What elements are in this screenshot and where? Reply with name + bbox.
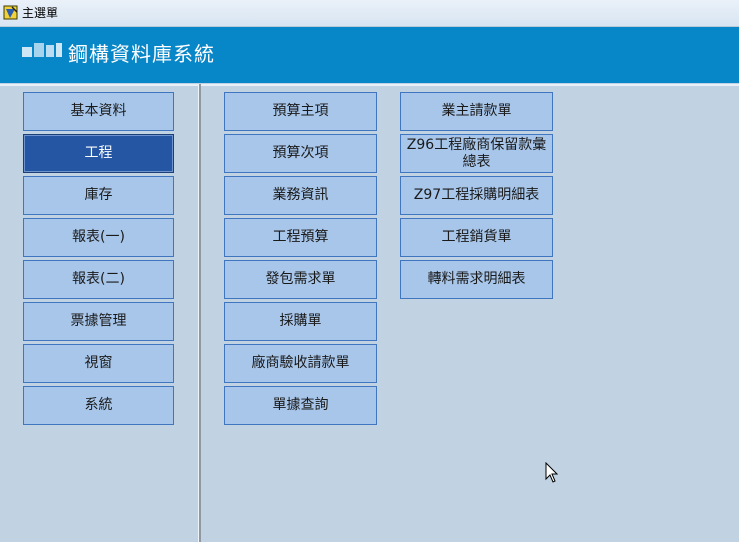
menu-system-button[interactable]: 系統 <box>23 386 174 425</box>
window-titlebar: 主選單 <box>0 0 739 27</box>
sub-z96-retention-summary-button[interactable]: Z96工程廠商保留款彙總表 <box>400 134 553 173</box>
sub-project-budget-button[interactable]: 工程預算 <box>224 218 377 257</box>
sub-z97-purchase-detail-button[interactable]: Z97工程採購明細表 <box>400 176 553 215</box>
menu-window-button[interactable]: 視窗 <box>23 344 174 383</box>
menu-notes-management-button[interactable]: 票據管理 <box>23 302 174 341</box>
sub-vendor-acceptance-button[interactable]: 廠商驗收請款單 <box>224 344 377 383</box>
window-title: 主選單 <box>22 6 59 20</box>
company-logo <box>22 43 62 61</box>
sub-project-sales-button[interactable]: 工程銷貨單 <box>400 218 553 257</box>
menu-report-1-button[interactable]: 報表(一) <box>23 218 174 257</box>
sub-budget-main-button[interactable]: 預算主項 <box>224 92 377 131</box>
sub-document-query-button[interactable]: 單據查詢 <box>224 386 377 425</box>
mouse-cursor-icon <box>545 462 559 483</box>
menu-basic-data-button[interactable]: 基本資料 <box>23 92 174 131</box>
sub-business-info-button[interactable]: 業務資訊 <box>224 176 377 215</box>
menu-report-2-button[interactable]: 報表(二) <box>23 260 174 299</box>
menu-inventory-button[interactable]: 庫存 <box>23 176 174 215</box>
sub-material-transfer-button[interactable]: 轉料需求明細表 <box>400 260 553 299</box>
sub-owner-invoice-button[interactable]: 業主請款單 <box>400 92 553 131</box>
sub-purchase-order-button[interactable]: 採購單 <box>224 302 377 341</box>
app-icon <box>3 5 18 20</box>
menu-project-button[interactable]: 工程 <box>23 134 174 173</box>
sub-budget-sub-button[interactable]: 預算次項 <box>224 134 377 173</box>
header-separator <box>0 84 739 86</box>
app-header: 鋼構資料庫系統 <box>0 27 739 83</box>
app-title: 鋼構資料庫系統 <box>68 42 215 66</box>
sub-contract-request-button[interactable]: 發包需求單 <box>224 260 377 299</box>
panel-divider <box>198 84 201 542</box>
